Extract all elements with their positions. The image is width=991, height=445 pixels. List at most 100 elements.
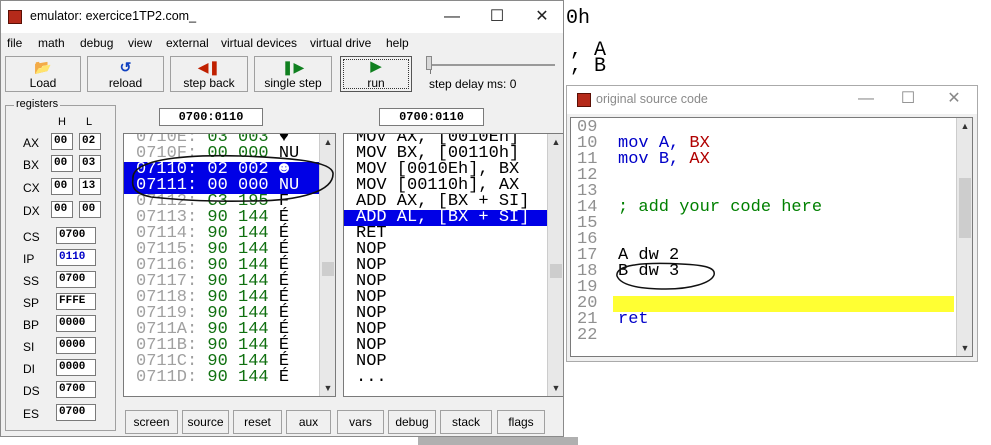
line-number: 17 <box>577 246 598 265</box>
registers-label: registers <box>14 98 61 110</box>
code-line-11: mov B, AX <box>618 150 710 169</box>
code-line-10: mov A, BX <box>618 135 710 152</box>
minimize-button[interactable]: — <box>442 7 462 27</box>
scroll-down-icon[interactable]: ▼ <box>548 380 563 396</box>
ds-value[interactable]: 0700 <box>56 381 96 398</box>
memory-scrollbar[interactable]: ▲ ▼ <box>319 134 335 396</box>
menu-external[interactable]: external <box>166 36 209 50</box>
code-line-14-comment: ; add your code here <box>618 198 823 217</box>
scroll-down-icon[interactable]: ▼ <box>957 340 972 356</box>
single-step-icon: ❚▶ <box>281 59 305 75</box>
line-number-gutter: 09 10 11 12 13 14 15 16 17 18 19 20 21 2… <box>571 118 613 356</box>
ip-value[interactable]: 0110 <box>56 249 96 266</box>
disasm-scrollbar[interactable]: ▲ ▼ <box>547 134 563 396</box>
dx-low[interactable]: 00 <box>79 201 101 218</box>
menu-view[interactable]: view <box>128 36 152 50</box>
scroll-up-icon[interactable]: ▲ <box>320 134 335 150</box>
register-name: DS <box>23 384 40 398</box>
vars-button[interactable]: vars <box>337 410 384 434</box>
bx-low[interactable]: 03 <box>79 155 101 172</box>
load-button[interactable]: 📂 Load <box>5 56 81 92</box>
source-scrollbar[interactable]: ▲ ▼ <box>956 118 972 356</box>
cx-low[interactable]: 13 <box>79 178 101 195</box>
step-back-icon: ◀❚ <box>197 59 221 75</box>
debug-button[interactable]: debug <box>388 410 436 434</box>
disasm-row[interactable]: ... <box>344 369 563 386</box>
line-number: 21 <box>577 310 598 329</box>
line-number: 22 <box>577 326 598 345</box>
scroll-thumb[interactable] <box>322 262 334 276</box>
code-line-17: A dw 2 <box>618 246 680 265</box>
step-delay-slider[interactable]: step delay ms: 0 <box>426 56 561 92</box>
scroll-thumb[interactable] <box>959 178 971 238</box>
background-window-edge <box>418 437 578 445</box>
run-button[interactable]: ▶ run <box>340 56 412 92</box>
ss-value[interactable]: 0700 <box>56 271 96 288</box>
register-name: CX <box>23 181 40 195</box>
single-step-button[interactable]: ❚▶ single step <box>254 56 332 92</box>
background-text-1: 0h <box>566 7 591 30</box>
si-value[interactable]: 0000 <box>56 337 96 354</box>
menu-help[interactable]: help <box>386 36 409 50</box>
scroll-up-icon[interactable]: ▲ <box>548 134 563 150</box>
di-value[interactable]: 0000 <box>56 359 96 376</box>
step-back-label: step back <box>183 76 235 90</box>
emulator-title: emulator: exercice1TP2.com_ <box>30 9 197 23</box>
disasm-address-field[interactable]: 0700:0110 <box>379 108 484 126</box>
memory-address-field[interactable]: 0700:0110 <box>159 108 263 126</box>
ax-low[interactable]: 02 <box>79 133 101 150</box>
keyword: mov <box>618 150 649 169</box>
bx-high[interactable]: 00 <box>51 155 73 172</box>
memory-address: 0711D: <box>136 368 208 387</box>
memory-char: É <box>278 368 290 387</box>
register: AX <box>689 150 710 169</box>
emulator-titlebar[interactable]: emulator: exercice1TP2.com_ — ☐ ✕ <box>1 1 563 33</box>
flags-button[interactable]: flags <box>497 410 545 434</box>
menu-file[interactable]: file <box>7 36 22 50</box>
memory-list[interactable]: 0710E: 03 003 ♥ 0710F: 00 000 NU 07110: 02… <box>123 133 336 397</box>
close-button[interactable]: ✕ <box>944 89 964 109</box>
line-number: 09 <box>577 118 598 137</box>
step-back-button[interactable]: ◀❚ step back <box>170 56 248 92</box>
maximize-button[interactable]: ☐ <box>487 7 507 27</box>
reset-button[interactable]: reset <box>233 410 282 434</box>
cx-high[interactable]: 00 <box>51 178 73 195</box>
screen-button[interactable]: screen <box>125 410 178 434</box>
menu-math[interactable]: math <box>38 36 65 50</box>
disassembly-list[interactable]: MOV AX, [0010Eh] MOV BX, [00110h] MOV [001… <box>343 133 563 397</box>
line-number: 16 <box>577 230 598 249</box>
line-number: 15 <box>577 214 598 233</box>
menu-virtual-drive[interactable]: virtual drive <box>310 36 371 50</box>
bp-value[interactable]: 0000 <box>56 315 96 332</box>
menu-virtual-devices[interactable]: virtual devices <box>221 36 297 50</box>
load-label: Load <box>29 76 57 90</box>
ax-high[interactable]: 00 <box>51 133 73 150</box>
reload-button[interactable]: ↺ reload <box>87 56 164 92</box>
slider-thumb[interactable] <box>426 56 432 70</box>
maximize-button[interactable]: ☐ <box>898 89 918 109</box>
menu-debug[interactable]: debug <box>80 36 113 50</box>
sp-value[interactable]: FFFE <box>56 293 96 310</box>
register-name: DI <box>23 362 35 376</box>
memory-row[interactable]: 0711D: 90 144 É <box>124 368 335 387</box>
app-chip-icon <box>8 10 22 24</box>
minimize-button[interactable]: — <box>856 89 876 109</box>
source-titlebar[interactable]: original source code — ☐ ✕ <box>567 86 977 114</box>
scroll-down-icon[interactable]: ▼ <box>320 380 335 396</box>
source-button[interactable]: source <box>182 410 229 434</box>
dx-high[interactable]: 00 <box>51 201 73 218</box>
scroll-thumb[interactable] <box>550 264 562 278</box>
emulator-window: emulator: exercice1TP2.com_ — ☐ ✕ file m… <box>0 0 564 437</box>
reload-icon: ↺ <box>119 59 132 75</box>
es-value[interactable]: 0700 <box>56 404 96 421</box>
run-icon: ▶ <box>370 58 382 75</box>
source-editor[interactable]: 09 10 11 12 13 14 15 16 17 18 19 20 21 2… <box>570 117 973 357</box>
line-number: 13 <box>577 182 598 201</box>
stack-button[interactable]: stack <box>440 410 492 434</box>
cs-value[interactable]: 0700 <box>56 227 96 244</box>
scroll-up-icon[interactable]: ▲ <box>957 118 972 134</box>
line-number: 10 <box>577 134 598 153</box>
close-button[interactable]: ✕ <box>532 7 552 27</box>
register-name: CS <box>23 230 40 244</box>
aux-button[interactable]: aux <box>286 410 331 434</box>
